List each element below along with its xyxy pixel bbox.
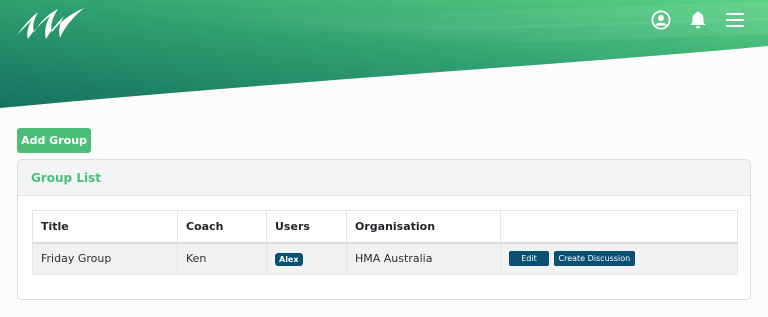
column-header-organisation[interactable]: Organisation <box>346 210 501 244</box>
add-group-button[interactable]: Add Group <box>17 128 91 153</box>
column-header-actions <box>500 210 738 244</box>
create-discussion-button[interactable]: Create Discussion <box>553 251 636 267</box>
cell-organisation: HMA Australia <box>346 242 501 275</box>
header-icons <box>650 9 746 31</box>
column-header-coach[interactable]: Coach <box>177 210 267 244</box>
cell-users: Alex <box>266 242 347 275</box>
column-header-users[interactable]: Users <box>266 210 347 244</box>
edit-button[interactable]: Edit <box>509 251 549 267</box>
cell-title: Friday Group <box>32 242 178 275</box>
groups-table: Title Coach Users Organisation Friday Gr… <box>32 210 738 275</box>
swoosh-logo-icon <box>16 8 84 39</box>
cell-coach: Ken <box>177 242 267 275</box>
group-list-title: Group List <box>31 170 101 185</box>
hamburger-menu-icon[interactable] <box>724 9 746 31</box>
cell-actions: Edit Create Discussion <box>500 242 738 275</box>
page: Add Group Group List Title Coach Users O… <box>0 0 768 317</box>
table-header-row: Title Coach Users Organisation <box>32 210 738 244</box>
group-list-card: Group List Title Coach Users Organisatio… <box>17 159 751 300</box>
bell-icon[interactable] <box>687 9 709 31</box>
user-badge[interactable]: Alex <box>275 252 303 266</box>
brand-logo[interactable] <box>14 6 86 40</box>
user-circle-icon[interactable] <box>650 9 672 31</box>
table-row[interactable]: Friday Group Ken Alex HMA Australia Edit… <box>32 242 738 275</box>
group-list-header: Group List <box>18 160 750 196</box>
column-header-title[interactable]: Title <box>32 210 178 244</box>
